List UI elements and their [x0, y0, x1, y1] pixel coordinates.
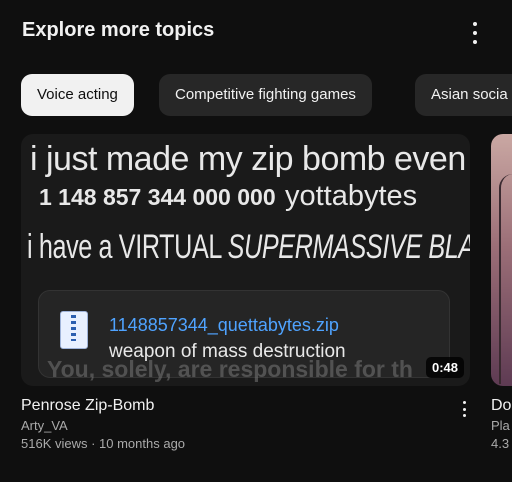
video-title[interactable]: Penrose Zip-Bomb — [21, 397, 154, 415]
chip-voice-acting[interactable]: Voice acting — [21, 74, 134, 116]
thumb-watermark: You, solely, are responsible for th — [47, 356, 413, 382]
file-name: 1148857344_quettabytes.zip — [109, 315, 339, 335]
next-video-title[interactable]: Do — [491, 397, 511, 415]
thumb-line-3a: i have a VIRTUAL — [27, 228, 228, 266]
thumb-line-3b: SUPERMASSIVE BLACK HOLE. — [227, 228, 470, 266]
next-video-thumbnail[interactable] — [491, 134, 512, 386]
chip-competitive-fighting-games[interactable]: Competitive fighting games — [159, 74, 372, 116]
video-meta: 516K views · 10 months ago — [21, 436, 186, 451]
chip-asian-social[interactable]: Asian socia — [415, 74, 512, 116]
channel-name[interactable]: Arty_VA — [21, 418, 68, 433]
zip-file-icon — [60, 311, 88, 349]
video-menu-icon[interactable] — [459, 401, 469, 417]
thumb-line-3: i have a VIRTUAL SUPERMASSIVE BLACK HOLE… — [27, 228, 470, 267]
next-video-meta: 4.3 — [491, 436, 510, 451]
next-channel-name[interactable]: Pla — [491, 418, 510, 433]
video-thumbnail[interactable]: i just made my zip bomb even larger. 1 1… — [21, 134, 470, 386]
thumb-number: 1 148 857 344 000 000 — [39, 184, 276, 210]
duration-badge: 0:48 — [425, 357, 464, 378]
thumb-line-1: i just made my zip bomb even larger. — [30, 140, 470, 178]
more-options-icon[interactable] — [465, 22, 485, 44]
thumb-unit: yottabytes — [285, 180, 418, 212]
section-title: Explore more topics — [22, 19, 215, 41]
